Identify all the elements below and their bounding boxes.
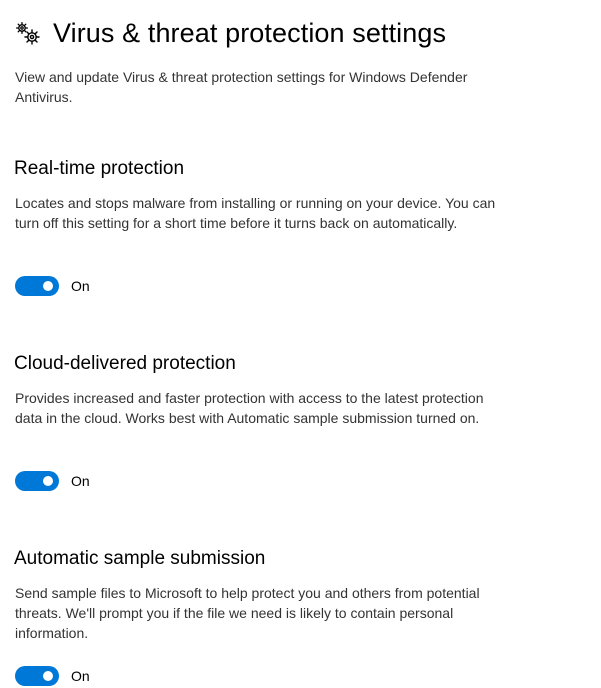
section-cloud-delivered-protection: Cloud-delivered protection Provides incr…	[14, 352, 514, 492]
gears-icon	[14, 20, 42, 48]
real-time-protection-toggle[interactable]	[15, 276, 59, 296]
toggle-knob	[43, 671, 53, 681]
toggle-state-label: On	[71, 668, 90, 684]
toggle-state-label: On	[71, 278, 90, 294]
toggle-knob	[43, 281, 53, 291]
section-automatic-sample-submission: Automatic sample submission Send sample …	[14, 547, 514, 687]
toggle-state-label: On	[71, 473, 90, 489]
toggle-knob	[43, 476, 53, 486]
page-title: Virus & threat protection settings	[53, 18, 447, 48]
section-description: Send sample files to Microsoft to help p…	[15, 585, 480, 641]
page-description: View and update Virus & threat protectio…	[15, 69, 468, 105]
section-description: Provides increased and faster protection…	[15, 390, 484, 426]
automatic-sample-submission-toggle[interactable]	[15, 666, 59, 686]
toggle-row: On	[15, 276, 90, 296]
section-title: Cloud-delivered protection	[14, 353, 236, 374]
section-description: Locates and stops malware from installin…	[15, 195, 496, 231]
page-header: Virus & threat protection settings	[14, 18, 446, 49]
section-title: Automatic sample submission	[14, 548, 266, 569]
toggle-row: On	[15, 471, 90, 491]
section-real-time-protection: Real-time protection Locates and stops m…	[14, 157, 514, 297]
section-title: Real-time protection	[14, 158, 185, 179]
toggle-row: On	[15, 666, 90, 686]
cloud-delivered-protection-toggle[interactable]	[15, 471, 59, 491]
